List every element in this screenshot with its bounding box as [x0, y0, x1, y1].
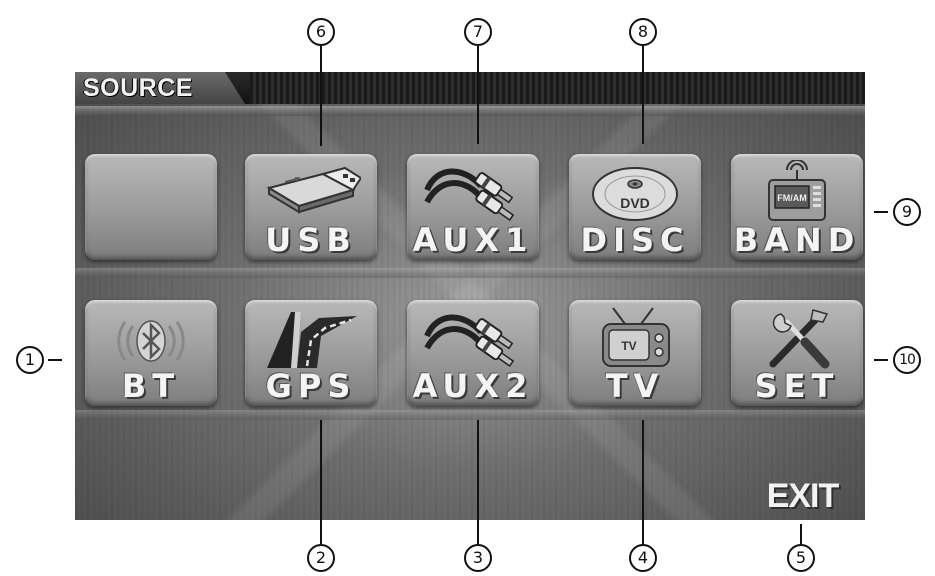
bt-source-button[interactable]: BT: [85, 300, 217, 406]
top-bar: SOURCE: [75, 72, 865, 104]
callout-1: 1: [16, 346, 44, 374]
road-icon: [267, 312, 357, 368]
tools-icon: [769, 309, 830, 369]
aux2-source-button[interactable]: AUX2: [407, 300, 539, 406]
svg-text:DVD: DVD: [620, 195, 650, 211]
tile-label: GPS: [265, 367, 357, 405]
callout-leader-line: [320, 46, 322, 146]
tile-label: BT: [121, 367, 181, 405]
divider-rail: [75, 106, 865, 116]
callout-9: 9: [893, 198, 921, 226]
top-bar-stripe: [250, 72, 865, 104]
callout-leader-line: [48, 359, 62, 361]
tv-source-button[interactable]: TV TV: [569, 300, 701, 406]
rca-cable-icon: [424, 168, 515, 221]
rca-cable-icon: [424, 314, 515, 367]
aux1-source-button[interactable]: AUX1: [407, 154, 539, 260]
callout-leader-line: [874, 359, 888, 361]
exit-button[interactable]: EXIT: [750, 476, 855, 516]
callout-10: 10: [893, 346, 921, 374]
bluetooth-icon: [117, 320, 185, 362]
svg-text:TV: TV: [621, 339, 636, 353]
svg-text:FM/AM: FM/AM: [777, 193, 807, 203]
blank-tile[interactable]: [85, 154, 217, 260]
callout-leader-line: [477, 420, 479, 544]
band-source-button[interactable]: FM/AM BAND: [731, 154, 863, 260]
divider-rail: [75, 268, 865, 278]
dvd-disc-icon: DVD: [592, 167, 678, 221]
callout-6: 6: [307, 18, 335, 46]
callout-7: 7: [464, 18, 492, 46]
tile-label: DISC: [580, 221, 690, 259]
callout-leader-line: [874, 211, 888, 213]
callout-leader-line: [320, 420, 322, 544]
source-menu-screen: SOURCE USB AUX1 DVD DISC FM/AM BAND BT G…: [75, 72, 865, 520]
callout-4: 4: [629, 544, 657, 572]
tv-icon: TV: [602, 307, 670, 367]
tile-label: TV: [605, 367, 665, 405]
callout-leader-line: [642, 46, 644, 144]
callout-leader-line: [642, 420, 644, 544]
callout-5: 5: [787, 544, 815, 572]
callout-3: 3: [464, 544, 492, 572]
set-source-button[interactable]: SET: [731, 300, 863, 406]
tile-label: AUX2: [412, 367, 534, 405]
disc-source-button[interactable]: DVD DISC: [569, 154, 701, 260]
fm-am-radio-icon: FM/AM: [768, 160, 826, 221]
callout-8: 8: [629, 18, 657, 46]
tile-label: AUX1: [412, 221, 534, 259]
callout-2: 2: [307, 544, 335, 572]
usb-source-button[interactable]: USB: [245, 154, 377, 260]
tile-label: SET: [754, 367, 840, 405]
gps-source-button[interactable]: GPS: [245, 300, 377, 406]
divider-rail: [75, 410, 865, 420]
screen-title: SOURCE: [83, 74, 193, 102]
tile-label: USB: [265, 221, 357, 259]
usb-drive-icon: [266, 166, 361, 214]
callout-leader-line: [800, 524, 802, 544]
callout-leader-line: [477, 46, 479, 144]
tile-label: BAND: [733, 221, 861, 259]
